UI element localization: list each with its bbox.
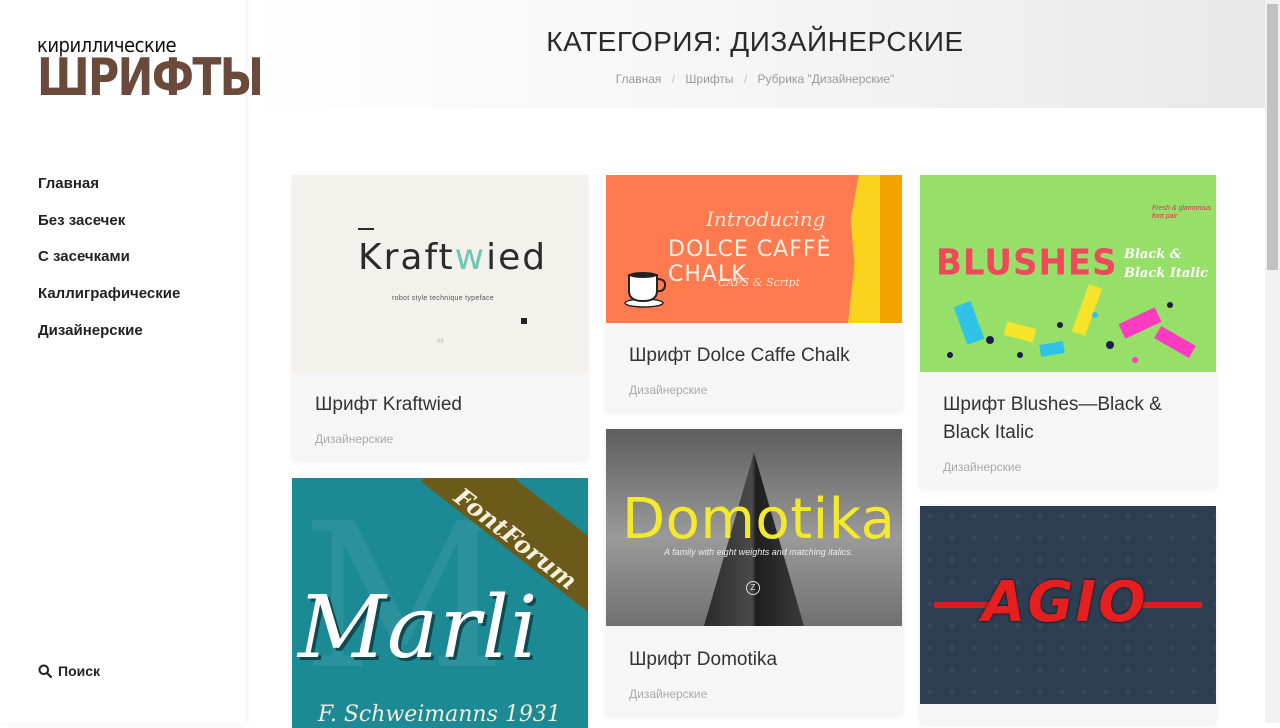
page-header: КАТЕГОРИЯ: ДИЗАЙНЕРСКИЕ Главная / Шрифты…	[245, 0, 1265, 108]
thumbnail-line1: Introducing	[706, 207, 826, 231]
breadcrumb-separator: /	[743, 72, 748, 86]
foundry-logo-icon: Z	[746, 581, 760, 595]
nav-item-home[interactable]: Главная	[38, 174, 180, 211]
thumbnail-line3: CAPS & Script	[718, 276, 801, 289]
thumbnail-word: Marli	[298, 578, 539, 678]
card-title[interactable]: Шрифт Kraftwied	[315, 391, 462, 419]
nav-item-serif[interactable]: С засечками	[38, 247, 180, 284]
card-thumbnail[interactable]: AGIO	[920, 506, 1216, 704]
card-category[interactable]: Дизайнерские	[315, 432, 393, 446]
post-card-kraftwied[interactable]: Kraftwied robot style technique typeface…	[292, 175, 588, 459]
card-category[interactable]: Дизайнерские	[629, 383, 707, 397]
search-link[interactable]: Поиск	[38, 663, 100, 679]
thumbnail-word: BLUSHES	[936, 242, 1118, 284]
thumbnail-subtitle: F. Schweimanns 1931	[318, 702, 561, 727]
post-card-blushes[interactable]: Fresh & glamorous font pair BLUSHES Black…	[920, 175, 1216, 487]
card-title[interactable]: Шрифт Dolce Caffe Chalk	[629, 342, 850, 370]
post-card-agio[interactable]: AGIO	[920, 506, 1216, 723]
decorative-dash	[358, 228, 374, 230]
decorative-bar	[1142, 602, 1202, 608]
nav-item-calligraphic[interactable]: Каллиграфические	[38, 284, 180, 321]
breadcrumb: Главная / Шрифты / Рубрика "Дизайнерские…	[245, 72, 1265, 86]
breadcrumb-home[interactable]: Главная	[616, 72, 662, 86]
logo-line2: ШРИФТЫ	[37, 48, 264, 108]
card-thumbnail[interactable]: M FontForum Marli F. Schweimanns 1931	[292, 478, 588, 728]
thumbnail-footnote: 88	[437, 339, 444, 345]
card-thumbnail[interactable]: Fresh & glamorous font pair BLUSHES Black…	[920, 175, 1216, 372]
search-label: Поиск	[58, 663, 101, 679]
page-scrollbar[interactable]	[1265, 0, 1280, 723]
thumbnail-tagline: Fresh & glamorous font pair	[1152, 205, 1212, 220]
card-category[interactable]: Дизайнерские	[943, 460, 1021, 474]
nav-item-designer[interactable]: Дизайнерские	[38, 321, 180, 358]
card-thumbnail[interactable]: Introducing DOLCE CAFFÈ CHALK CAPS & Scr…	[606, 175, 902, 323]
decorative-square	[521, 318, 527, 324]
site-logo[interactable]: кириллические ШРИФТЫ	[37, 35, 264, 108]
scrollbar-thumb[interactable]	[1267, 4, 1278, 270]
thumbnail-word: Domotika	[622, 487, 896, 552]
coffee-cup-icon	[624, 272, 667, 308]
sidebar: кириллические ШРИФТЫ Главная Без засечек…	[0, 0, 264, 723]
main-nav: Главная Без засечек С засечками Каллигра…	[38, 174, 180, 357]
card-title[interactable]: Шрифт Blushes—Black & Black Italic	[943, 391, 1193, 447]
card-thumbnail[interactable]: Domotika A family with eight weights and…	[606, 429, 902, 626]
breadcrumb-separator: /	[671, 72, 676, 86]
thumbnail-subtitle: robot style technique typeface	[392, 295, 495, 302]
search-icon	[38, 664, 52, 678]
thumbnail-word: AGIO	[982, 570, 1148, 635]
card-category[interactable]: Дизайнерские	[629, 687, 707, 701]
breadcrumb-current: Рубрика "Дизайнерские"	[757, 72, 895, 86]
page-title: КАТЕГОРИЯ: ДИЗАЙНЕРСКИЕ	[546, 26, 964, 57]
post-card-domotika[interactable]: Domotika A family with eight weights and…	[606, 429, 902, 714]
nav-item-sans-serif[interactable]: Без засечек	[38, 211, 180, 248]
card-thumbnail[interactable]: Kraftwied robot style technique typeface…	[292, 175, 588, 373]
thumbnail-subtitle: A family with eight weights and matching…	[664, 547, 854, 557]
breadcrumb-fonts[interactable]: Шрифты	[685, 72, 733, 86]
post-card-dolce-caffe-chalk[interactable]: Introducing DOLCE CAFFÈ CHALK CAPS & Scr…	[606, 175, 902, 410]
post-card-marli[interactable]: M FontForum Marli F. Schweimanns 1931	[292, 478, 588, 728]
thumbnail-styles: Black & Black Italic	[1124, 247, 1209, 281]
card-title[interactable]: Шрифт Domotika	[629, 646, 777, 674]
thumbnail-word: Kraftwied	[358, 237, 548, 278]
